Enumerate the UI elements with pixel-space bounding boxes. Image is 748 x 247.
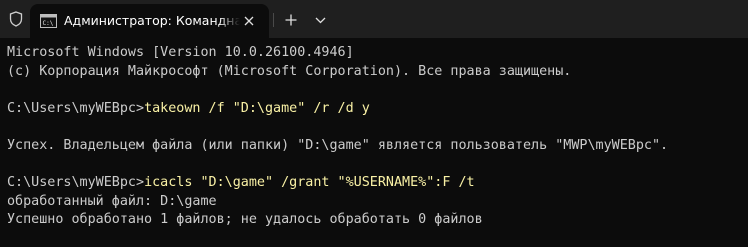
terminal-line: Успешно обработано 1 файлов; не удалось … [7,211,748,230]
terminal-command: takeown /f "D:\game" /r /d y [144,100,370,116]
terminal-output[interactable]: Microsoft Windows [Version 10.0.26100.49… [0,38,748,247]
terminal-line-text: C:\Users\myWEBpc> [7,175,145,191]
terminal-line: Успех. Владельцем файла (или папки) "D:\… [7,137,748,156]
tab-bar: C:\ Администратор: Командная строка [0,0,748,38]
close-icon[interactable] [241,13,257,29]
terminal-line: C:\Users\myWEBpc>takeown /f "D:\game" /r… [7,100,748,119]
plus-icon[interactable] [280,9,302,31]
chevron-down-icon[interactable] [309,9,331,31]
terminal-line: C:\Users\myWEBpc>icacls "D:\game" /grant… [7,174,748,193]
shield-icon [6,9,26,29]
terminal-line: Microsoft Windows [Version 10.0.26100.49… [7,44,748,63]
terminal-line-text: C:\Users\myWEBpc> [7,100,145,116]
terminal-line-text: обработанный файл: D:\game [7,193,217,209]
tab-title: Администратор: Командная строка [64,13,240,28]
tab-separator [273,13,274,27]
terminal-line-text: Успех. Владельцем файла (или папки) "D:\… [7,137,669,153]
terminal-line-text: Microsoft Windows [Version 10.0.26100.49… [7,45,354,60]
tab-command-prompt[interactable]: C:\ Администратор: Командная строка [30,4,269,38]
terminal-line: обработанный файл: D:\game [7,193,748,212]
terminal-line-text: (c) Корпорация Майкрософт (Microsoft Cor… [7,63,572,79]
terminal-line-text: Успешно обработано 1 файлов; не удалось … [7,212,483,228]
terminal-command: icacls "D:\game" /grant "%USERNAME%":F /… [144,175,475,191]
terminal-window: C:\ Администратор: Командная строка Micr… [0,0,748,247]
cmd-icon: C:\ [40,14,57,28]
terminal-line: (c) Корпорация Майкрософт (Microsoft Cor… [7,63,748,82]
svg-text:C:\: C:\ [43,20,54,27]
